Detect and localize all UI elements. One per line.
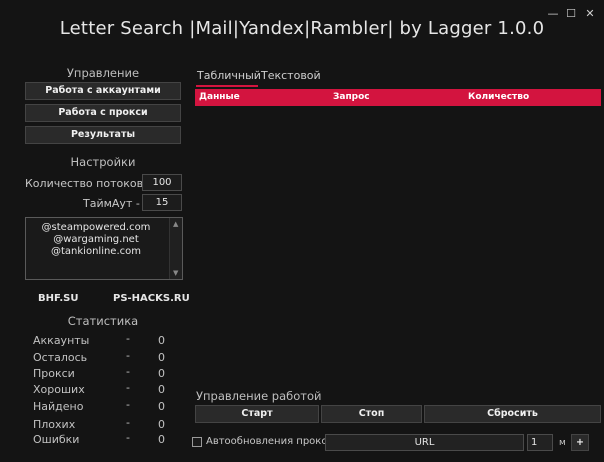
stat-found-label: Найдено: [33, 400, 84, 413]
interval-input[interactable]: 1: [527, 434, 553, 451]
settings-heading: Настройки: [70, 155, 136, 169]
threads-label: Количество потоков -: [25, 177, 151, 190]
stat-dash: -: [126, 349, 130, 362]
scroll-down-icon[interactable]: ▼: [173, 269, 178, 277]
domain-item: @tankionline.com: [51, 246, 141, 257]
stat-remaining-value: 0: [158, 351, 165, 364]
table-header: Данные Запрос Количество: [195, 89, 601, 106]
threads-input[interactable]: 100: [142, 174, 182, 191]
stat-bad-label: Плохих: [33, 418, 76, 431]
tab-text[interactable]: Текстовой: [261, 69, 321, 82]
results-table-body[interactable]: [195, 106, 601, 382]
scroll-up-icon[interactable]: ▲: [173, 220, 178, 228]
column-header-count[interactable]: Количество: [468, 92, 529, 102]
minimize-button[interactable]: —: [547, 7, 559, 20]
domain-item: @wargaming.net: [53, 234, 139, 245]
scrollbar[interactable]: ▲ ▼: [169, 218, 182, 279]
active-tab-indicator: [196, 85, 258, 87]
auto-update-checkbox[interactable]: [192, 437, 202, 447]
stat-accounts-label: Аккаунты: [33, 334, 90, 347]
stat-bad-value: 0: [158, 418, 165, 431]
column-header-query[interactable]: Запрос: [333, 92, 370, 102]
stat-remaining-label: Осталось: [33, 351, 88, 364]
stat-dash: -: [126, 381, 130, 394]
timeout-input[interactable]: 15: [142, 194, 182, 211]
domains-textbox[interactable]: @steampowered.com @wargaming.net @tankio…: [25, 217, 183, 280]
stat-accounts-value: 0: [158, 334, 165, 347]
stat-errors-label: Ошибки: [33, 433, 80, 446]
tab-table[interactable]: Табличный: [197, 69, 261, 82]
stat-dash: -: [126, 365, 130, 378]
auto-update-label: Автообновления прокси -: [206, 436, 341, 447]
stat-found-value: 0: [158, 400, 165, 413]
work-heading: Управление работой: [196, 389, 322, 403]
stat-dash: -: [126, 332, 130, 345]
bhf-link[interactable]: BHF.SU: [38, 293, 78, 304]
stat-good-label: Хороших: [33, 383, 85, 396]
domain-item: @steampowered.com: [41, 222, 151, 233]
stat-dash: -: [126, 398, 130, 411]
window-title: Letter Search |Mail|Yandex|Rambler| by L…: [59, 18, 545, 39]
stat-dash: -: [126, 416, 130, 429]
close-button[interactable]: ✕: [584, 7, 596, 20]
column-header-data[interactable]: Данные: [199, 92, 240, 102]
stat-dash: -: [126, 431, 130, 444]
timeout-label: ТаймАут -: [83, 197, 140, 210]
interval-unit: м: [559, 438, 566, 448]
maximize-button[interactable]: ☐: [565, 7, 577, 20]
start-button[interactable]: Старт: [195, 405, 319, 423]
stat-proxy-value: 0: [158, 367, 165, 380]
stat-errors-value: 0: [158, 433, 165, 446]
stats-heading: Статистика: [67, 314, 139, 328]
proxy-url-input[interactable]: URL: [325, 434, 524, 451]
stat-proxy-label: Прокси: [33, 367, 75, 380]
control-heading: Управление: [66, 66, 140, 80]
proxy-button[interactable]: Работа с прокси: [25, 104, 181, 122]
stat-good-value: 0: [158, 383, 165, 396]
stop-button[interactable]: Стоп: [321, 405, 422, 423]
reset-button[interactable]: Сбросить: [424, 405, 601, 423]
accounts-button[interactable]: Работа с аккаунтами: [25, 82, 181, 100]
pshacks-link[interactable]: PS-HACKS.RU: [113, 293, 190, 304]
add-button[interactable]: +: [571, 434, 589, 451]
results-button[interactable]: Результаты: [25, 126, 181, 144]
